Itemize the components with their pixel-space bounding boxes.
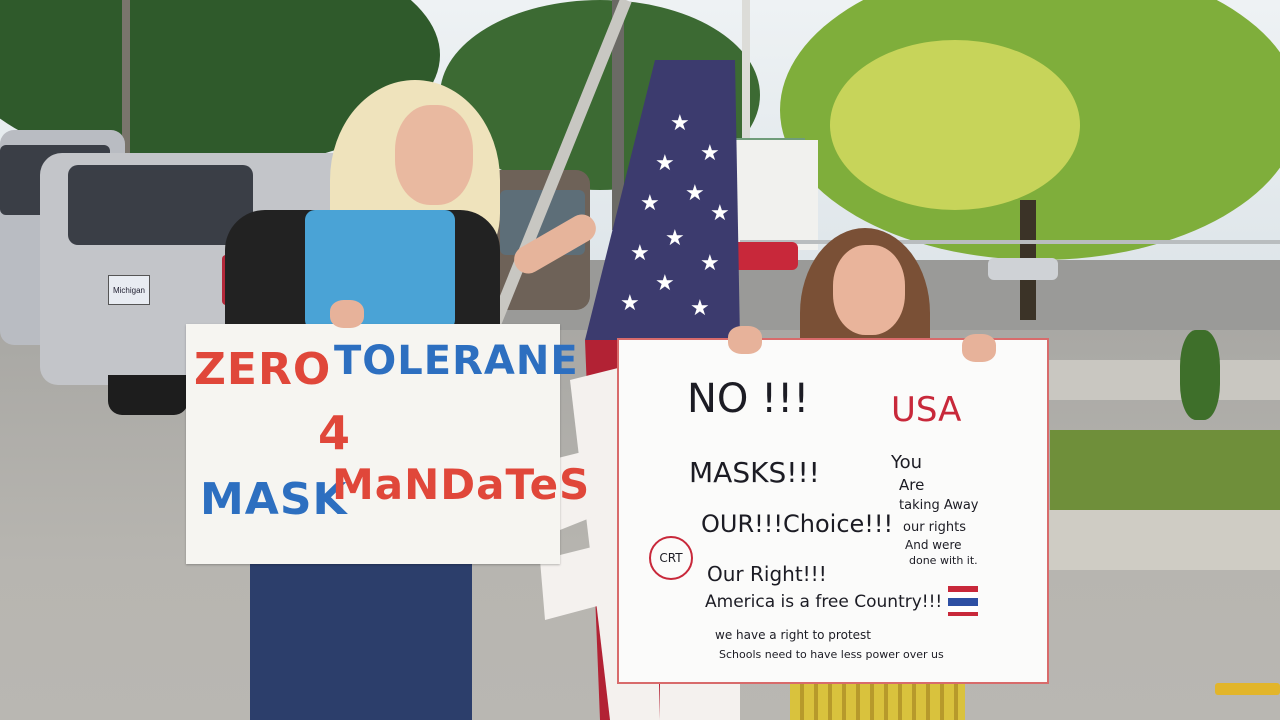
sign-right-crt: CRT xyxy=(649,536,693,580)
svg-text:★: ★ xyxy=(710,200,730,225)
sign-left-zero: ZERO xyxy=(194,344,332,395)
plant xyxy=(1180,330,1220,420)
small-thai-flag-drawing xyxy=(948,586,978,616)
woman-face xyxy=(395,105,473,205)
svg-text:★: ★ xyxy=(630,240,650,265)
girl-right-hand xyxy=(962,334,996,362)
sign-right-done: done with it. xyxy=(909,554,978,567)
minivan-tire xyxy=(108,375,188,415)
svg-text:★: ★ xyxy=(655,150,675,175)
girl-left-hand xyxy=(728,326,762,354)
sign-right-schools: Schools need to have less power over us xyxy=(719,648,944,661)
sign-right-are: Are xyxy=(899,476,925,494)
sign-left-mandates: MaNDaTeS xyxy=(332,460,591,509)
woman-blue-panel xyxy=(305,210,455,330)
crt-label: CRT xyxy=(659,551,683,565)
svg-text:★: ★ xyxy=(685,180,705,205)
sidewalk xyxy=(1045,510,1280,570)
sign-right-and-were: And were xyxy=(905,538,962,552)
sign-right-you: You xyxy=(891,452,923,473)
svg-text:★: ★ xyxy=(665,225,685,250)
svg-text:★: ★ xyxy=(690,295,710,320)
svg-text:★: ★ xyxy=(640,190,660,215)
sign-right-rights: our rights xyxy=(903,520,966,535)
svg-text:★: ★ xyxy=(655,270,675,295)
power-pole-left xyxy=(122,0,130,160)
sign-right-protest: we have a right to protest xyxy=(715,628,871,642)
minivan-rear-window xyxy=(68,165,253,245)
tree-right-highlight xyxy=(830,40,1080,210)
fence xyxy=(740,240,1280,244)
distant-car xyxy=(988,258,1058,280)
svg-text:★: ★ xyxy=(670,110,690,135)
sign-left-four: 4 xyxy=(318,406,352,460)
svg-text:★: ★ xyxy=(620,290,640,315)
sign-right-taking: taking Away xyxy=(899,498,979,513)
zero-tolerance-sign: ZERO TOLERANE 4 MASK MaNDaTeS xyxy=(186,324,589,564)
sign-right-usa: USA xyxy=(891,390,962,430)
license-plate: Michigan xyxy=(108,275,150,305)
sign-right-masks: MASKS!!! xyxy=(689,456,820,489)
sign-right-free-country: America is a free Country!!! xyxy=(705,592,943,612)
woman-hand xyxy=(330,300,364,328)
curb xyxy=(1040,360,1280,400)
girl-face xyxy=(833,245,905,335)
no-masks-sign: NO !!! USA MASKS!!! OUR!!!Choice!!! CRT … xyxy=(617,338,1049,684)
parking-line xyxy=(1215,683,1280,695)
sign-left-tolerane: TOLERANE xyxy=(334,338,579,384)
svg-text:★: ★ xyxy=(700,140,720,165)
woman-jeans xyxy=(250,548,472,720)
sign-right-our-right: Our Right!!! xyxy=(707,562,827,586)
svg-text:★: ★ xyxy=(700,250,720,275)
sign-right-no: NO !!! xyxy=(687,376,810,422)
sign-left-mask: MASK xyxy=(200,474,348,525)
sign-right-choice: OUR!!!Choice!!! xyxy=(701,510,894,538)
